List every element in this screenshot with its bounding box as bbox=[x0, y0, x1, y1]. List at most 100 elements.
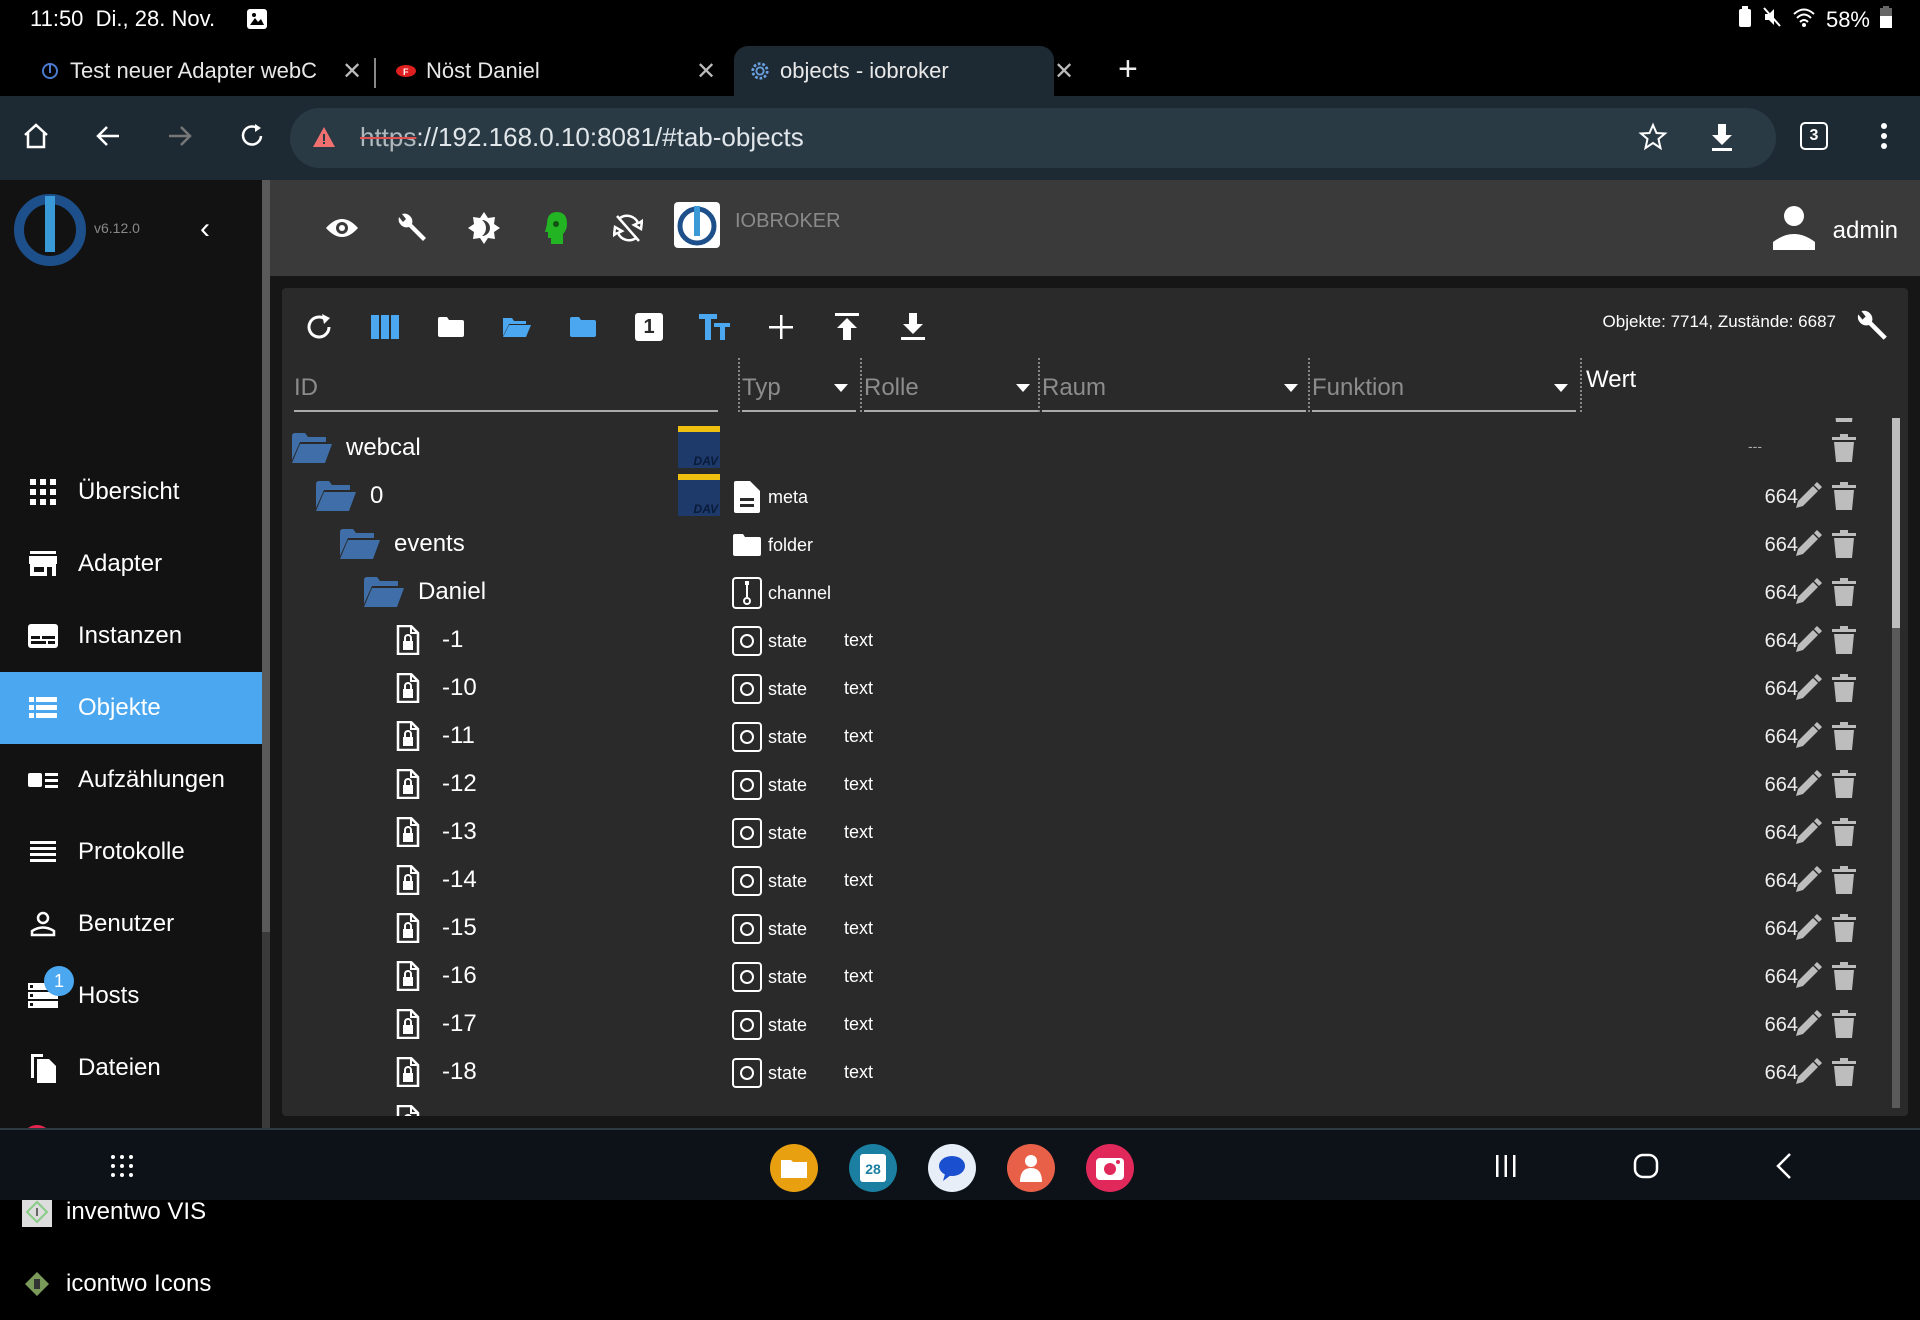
columns-icon[interactable] bbox=[368, 310, 402, 344]
folder-open-icon[interactable] bbox=[340, 528, 380, 560]
object-id[interactable]: -11 bbox=[442, 722, 475, 750]
home-button[interactable] bbox=[16, 116, 56, 156]
edit-icon[interactable] bbox=[1794, 818, 1822, 851]
object-id[interactable]: 0 bbox=[370, 482, 383, 510]
object-id[interactable]: -10 bbox=[442, 674, 477, 702]
edit-icon[interactable] bbox=[1794, 770, 1822, 803]
sidebar-item-icontwo[interactable]: icontwo Icons bbox=[0, 1248, 262, 1320]
delete-icon[interactable] bbox=[1832, 482, 1856, 515]
sync-disabled-icon[interactable] bbox=[610, 210, 646, 246]
sidebar-item-benutzer[interactable]: Benutzer bbox=[0, 888, 262, 960]
delete-icon[interactable] bbox=[1832, 866, 1856, 899]
object-row[interactable]: webcal DAV --- bbox=[282, 424, 1882, 472]
address-bar[interactable]: https://192.168.0.10:8081/#tab-objects bbox=[290, 108, 1776, 168]
object-value[interactable]: 664 bbox=[1738, 870, 1798, 893]
edit-icon[interactable] bbox=[1794, 674, 1822, 707]
sidebar-item-hosts[interactable]: 1 Hosts bbox=[0, 960, 262, 1032]
sidebar-item-aufzaehlungen[interactable]: Aufzählungen bbox=[0, 744, 262, 816]
object-value[interactable]: 664 bbox=[1738, 822, 1798, 845]
eye-icon[interactable] bbox=[324, 210, 360, 246]
insecure-warning-icon[interactable] bbox=[312, 126, 336, 153]
column-resizer[interactable] bbox=[1308, 358, 1310, 412]
object-id[interactable]: Daniel bbox=[418, 578, 486, 606]
object-row[interactable]: 0 DAV meta 664 bbox=[282, 472, 1882, 520]
expand-all-icon[interactable] bbox=[500, 310, 534, 344]
object-value[interactable]: 664 bbox=[1738, 534, 1798, 557]
edit-icon[interactable] bbox=[1794, 962, 1822, 995]
expand-level-icon[interactable]: 1 bbox=[632, 310, 666, 344]
object-row[interactable]: Daniel channel 664 bbox=[282, 568, 1882, 616]
folder-open-icon[interactable] bbox=[364, 576, 404, 608]
raum-filter-select[interactable]: Raum bbox=[1042, 366, 1306, 412]
upload-icon[interactable] bbox=[830, 310, 864, 344]
delete-icon[interactable] bbox=[1832, 530, 1856, 563]
object-row[interactable]: -18 state text 664 bbox=[282, 1048, 1882, 1096]
delete-icon[interactable] bbox=[1832, 626, 1856, 659]
column-resizer[interactable] bbox=[1580, 358, 1582, 412]
forward-button[interactable] bbox=[160, 116, 200, 156]
object-value[interactable]: 664 bbox=[1738, 966, 1798, 989]
delete-icon[interactable] bbox=[1832, 962, 1856, 995]
delete-icon[interactable] bbox=[1832, 674, 1856, 707]
dock-camera-icon[interactable] bbox=[1086, 1144, 1134, 1192]
sidebar-item-objekte[interactable]: Objekte bbox=[0, 672, 262, 744]
object-id[interactable]: -15 bbox=[442, 914, 477, 942]
sidebar-item-dateien[interactable]: Dateien bbox=[0, 1032, 262, 1104]
delete-icon[interactable] bbox=[1832, 722, 1856, 755]
new-tab-button[interactable]: + bbox=[1118, 50, 1138, 89]
browser-tab[interactable]: Test neuer Adapter webC ✕ bbox=[40, 46, 370, 96]
rolle-filter-select[interactable]: Rolle bbox=[864, 366, 1038, 412]
dock-messages-icon[interactable] bbox=[928, 1144, 976, 1192]
delete-icon[interactable] bbox=[1832, 1010, 1856, 1043]
object-row[interactable]: -15 state text 664 bbox=[282, 904, 1882, 952]
delete-icon[interactable] bbox=[1832, 578, 1856, 611]
delete-icon[interactable] bbox=[1832, 770, 1856, 803]
sidebar-item-instanzen[interactable]: Instanzen bbox=[0, 600, 262, 672]
sidebar-item-adapter[interactable]: Adapter bbox=[0, 528, 262, 600]
object-value[interactable]: 664 bbox=[1738, 582, 1798, 605]
object-row[interactable]: -10 state text 664 bbox=[282, 664, 1882, 712]
bookmark-star-icon[interactable] bbox=[1638, 122, 1668, 157]
wrench-icon[interactable] bbox=[394, 210, 430, 246]
dock-files-icon[interactable] bbox=[770, 1144, 818, 1192]
object-id[interactable]: webcal bbox=[346, 434, 421, 462]
object-value[interactable]: 664 bbox=[1738, 918, 1798, 941]
object-value[interactable]: 664 bbox=[1738, 678, 1798, 701]
typ-filter-select[interactable]: Typ bbox=[742, 366, 856, 412]
browser-tab[interactable]: F Nöst Daniel ✕ bbox=[396, 46, 726, 96]
home-nav-button[interactable] bbox=[1626, 1146, 1666, 1186]
sidebar-item-uebersicht[interactable]: Übersicht bbox=[0, 456, 262, 528]
edit-icon[interactable] bbox=[1794, 530, 1822, 563]
edit-icon[interactable] bbox=[1794, 914, 1822, 947]
tab-close-icon[interactable]: ✕ bbox=[342, 57, 362, 86]
object-value[interactable]: 664 bbox=[1738, 726, 1798, 749]
dock-contacts-icon[interactable] bbox=[1007, 1144, 1055, 1192]
edit-icon[interactable] bbox=[1794, 482, 1822, 515]
settings-wrench-icon[interactable] bbox=[1854, 308, 1890, 349]
edit-icon[interactable] bbox=[1794, 722, 1822, 755]
refresh-icon[interactable] bbox=[302, 310, 336, 344]
column-resizer[interactable] bbox=[738, 358, 740, 412]
tab-close-icon[interactable]: ✕ bbox=[1054, 57, 1074, 86]
column-resizer[interactable] bbox=[860, 358, 862, 412]
tab-switcher-button[interactable]: 3 bbox=[1794, 116, 1834, 156]
object-value[interactable]: 664 bbox=[1738, 774, 1798, 797]
reload-button[interactable] bbox=[232, 116, 272, 156]
object-row[interactable]: -17 state text 664 bbox=[282, 1000, 1882, 1048]
object-row[interactable]: -14 state text 664 bbox=[282, 856, 1882, 904]
edit-icon[interactable] bbox=[1794, 1058, 1822, 1091]
add-object-icon[interactable] bbox=[764, 310, 798, 344]
object-value[interactable]: 664 bbox=[1738, 630, 1798, 653]
object-id[interactable]: -1 bbox=[442, 626, 463, 654]
text-size-icon[interactable] bbox=[698, 310, 732, 344]
folder-open-icon[interactable] bbox=[316, 480, 356, 512]
back-button[interactable] bbox=[88, 116, 128, 156]
theme-toggle-icon[interactable] bbox=[466, 210, 502, 246]
edit-icon[interactable] bbox=[1794, 626, 1822, 659]
object-value[interactable]: 664 bbox=[1738, 486, 1798, 509]
sidebar-scrollbar[interactable] bbox=[262, 180, 270, 1128]
objects-scroll-thumb[interactable] bbox=[1892, 628, 1900, 1108]
object-value[interactable]: 664 bbox=[1738, 1062, 1798, 1085]
object-id[interactable]: -12 bbox=[442, 770, 477, 798]
user-menu[interactable]: admin bbox=[1769, 202, 1898, 259]
